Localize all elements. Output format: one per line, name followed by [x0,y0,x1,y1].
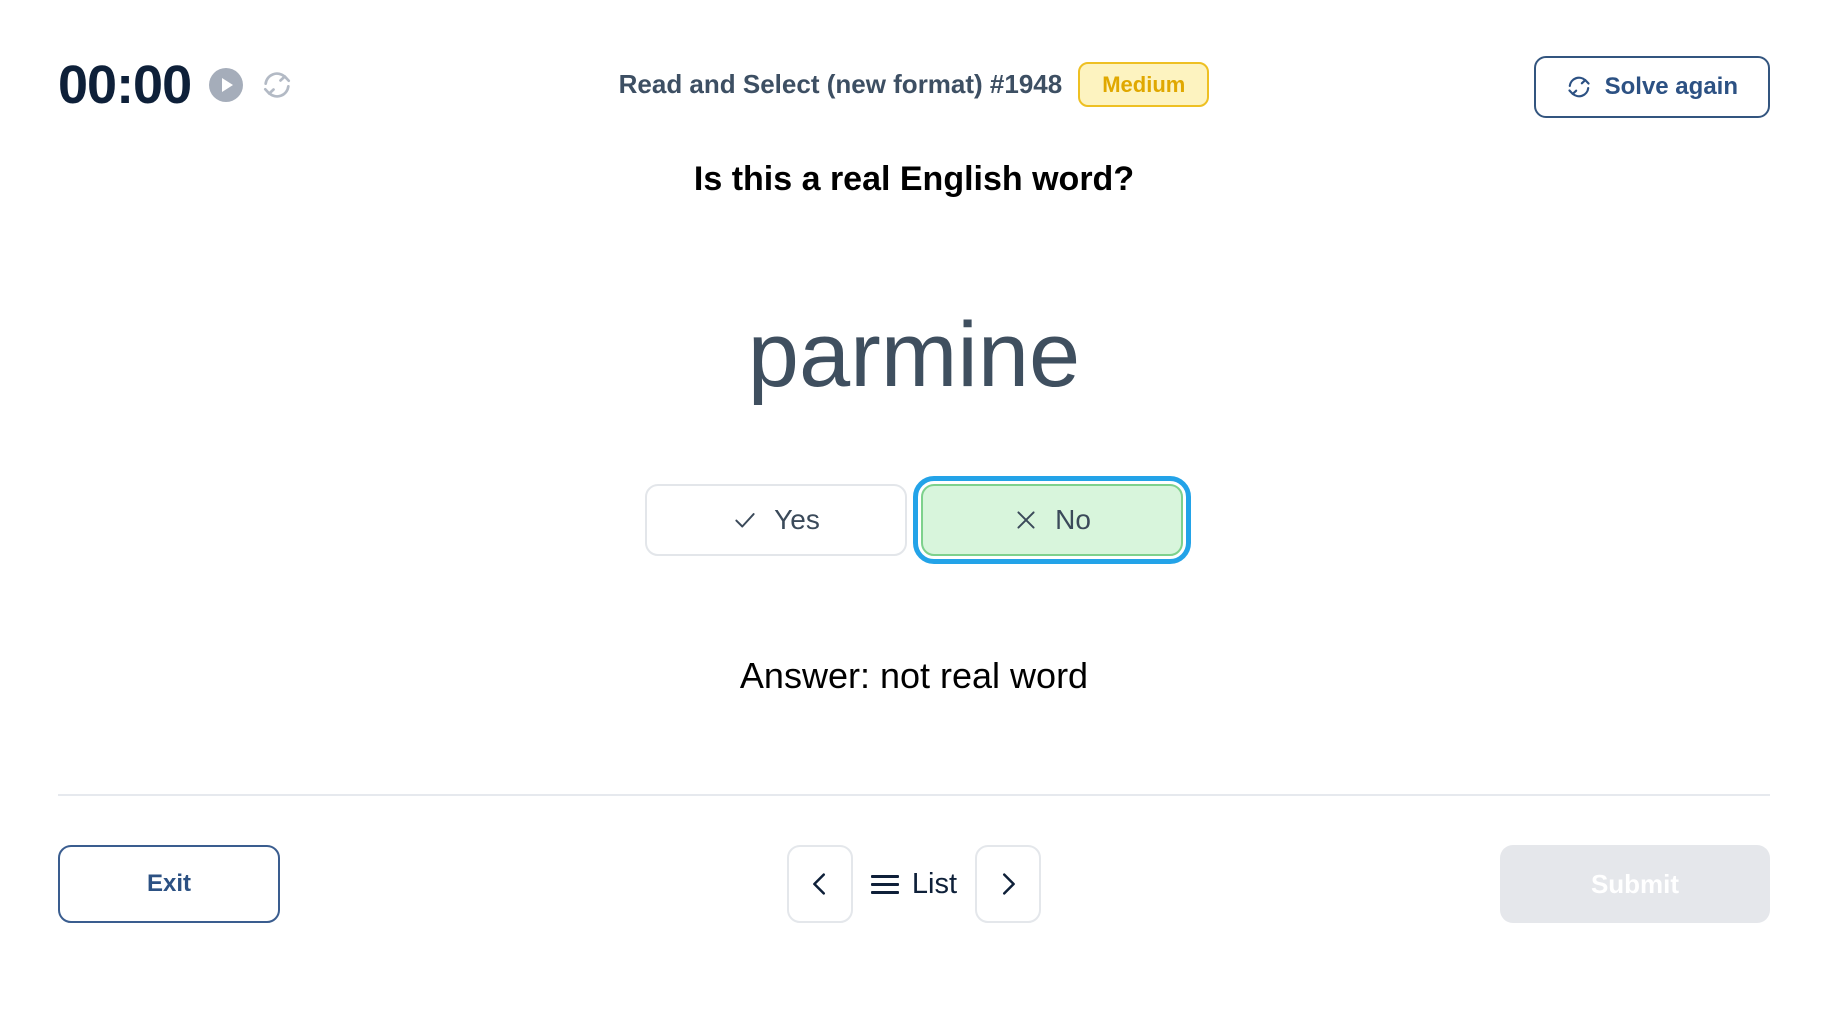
answer-choices: Yes No [0,476,1828,564]
word-display: parmine [747,304,1081,406]
answer-reveal: Answer: not real word [739,655,1089,696]
solve-again-label: Solve again [1604,73,1738,100]
previous-question-button[interactable] [786,845,853,923]
choice-no-button[interactable]: No [913,476,1191,564]
footer-divider [58,794,1770,796]
difficulty-badge: Medium [1078,62,1210,108]
question-prompt: Is this a real English word? [693,160,1135,198]
chevron-right-icon [1003,873,1015,895]
list-label: List [911,867,958,900]
hamburger-icon [870,874,899,894]
choice-no-label: No [1055,504,1091,535]
chevron-left-icon [813,873,825,895]
submit-button[interactable]: Submit [1500,845,1770,923]
refresh-icon [1567,76,1590,98]
choice-yes-label: Yes [774,504,820,535]
app-header: 00:00 Read and Select (new format) #1948… [0,0,1828,150]
page-title: Read and Select (new format) #1948 [618,69,1063,100]
check-icon [732,507,758,533]
list-button[interactable]: List [870,867,958,901]
choice-yes-button[interactable]: Yes [645,484,907,556]
next-question-button[interactable] [975,845,1042,923]
cross-icon [1013,507,1039,533]
solve-again-button[interactable]: Solve again [1533,56,1770,118]
